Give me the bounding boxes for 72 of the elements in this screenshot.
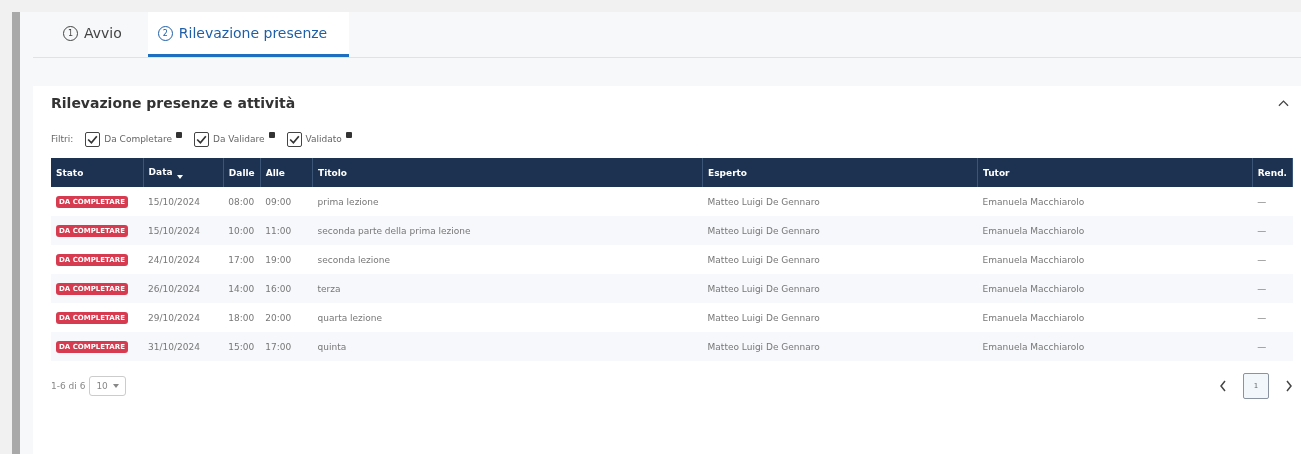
table-cell: — [1252,303,1293,332]
table-cell: 26/10/2024 [143,274,224,303]
column-header[interactable]: Esperto [702,158,978,187]
table-cell: Emanuela Macchiarolo [977,274,1253,303]
table-cell: 10:00 [223,216,261,245]
sort-icon[interactable] [176,174,183,179]
table-cell: 15/10/2024 [143,187,224,216]
collapse-icon[interactable] [1278,99,1289,107]
table-cell: 09:00 [260,187,313,216]
column-header[interactable]: Rend. [1252,158,1293,187]
table-cell: 14:00 [223,274,261,303]
table-cell: 24/10/2024 [143,245,224,274]
table-cell: quinta [312,332,703,361]
table-cell: 17:00 [223,245,261,274]
table-cell: Matteo Luigi De Gennaro [702,245,978,274]
checkbox[interactable] [286,131,302,147]
tab-label: Avvio [84,25,122,41]
table-cell: 08:00 [223,187,261,216]
previous-page-icon[interactable] [1219,380,1227,392]
column-header[interactable]: Alle [260,158,313,187]
tab[interactable]: 2 Rilevazione presenze [147,12,350,57]
table-cell: — [1252,274,1293,303]
range-label: 1-6 di 6 [51,381,86,391]
table-cell: 31/10/2024 [143,332,224,361]
caret-icon [112,384,119,388]
panel-title: Rilevazione presenze e attività [51,95,296,111]
table-cell: 17:00 [260,332,313,361]
checkbox[interactable] [85,131,101,147]
column-header[interactable]: Stato [51,158,144,187]
table-cell: Emanuela Macchiarolo [977,187,1253,216]
page-size-select[interactable]: 10 [89,376,126,396]
table-cell: Matteo Luigi De Gennaro [702,216,978,245]
table-cell: 18:00 [223,303,261,332]
table-cell: — [1252,245,1293,274]
checkbox[interactable] [194,131,209,147]
table-cell: — [1252,216,1293,245]
table-cell: 29/10/2024 [143,303,224,332]
filter-option-label: Da Validare [213,134,265,144]
table-cell: 11:00 [260,216,313,245]
filter-option-label: Da Completare [104,134,172,144]
info-icon [268,131,275,138]
table-cell: Matteo Luigi De Gennaro [702,332,978,361]
table-cell: 15/10/2024 [143,216,224,245]
filter-label: Filtri: [51,134,74,144]
table-cell: Matteo Luigi De Gennaro [702,187,978,216]
table-cell: seconda parte della prima lezione [312,216,703,245]
column-header[interactable]: Dalle [223,158,261,187]
table-cell: — [1252,332,1293,361]
table-cell: 19:00 [260,245,313,274]
table-cell: Emanuela Macchiarolo [977,332,1253,361]
column-header[interactable]: Tutor [977,158,1253,187]
table-cell: Emanuela Macchiarolo [977,303,1253,332]
table-cell: 15:00 [223,332,261,361]
table-cell: 20:00 [260,303,313,332]
table-cell: Matteo Luigi De Gennaro [702,303,978,332]
table-cell: Matteo Luigi De Gennaro [702,274,978,303]
table-cell: Emanuela Macchiarolo [977,245,1253,274]
table-cell: Emanuela Macchiarolo [977,216,1253,245]
filter-option-label: Validato [305,134,342,144]
info-icon [345,131,352,138]
next-page-icon[interactable] [1285,380,1293,392]
table-cell: — [1252,187,1293,216]
table-cell: 16:00 [260,274,313,303]
tab[interactable]: 1 Avvio [53,12,144,57]
column-header[interactable]: Data [143,158,224,187]
column-header[interactable]: Titolo [312,158,703,187]
info-icon [176,131,182,138]
table-cell: seconda lezione [312,245,703,274]
table-cell: quarta lezione [312,303,703,332]
table-cell: terza [312,274,703,303]
tab-label: Rilevazione presenze [178,25,328,41]
table-cell: prima lezione [312,187,703,216]
